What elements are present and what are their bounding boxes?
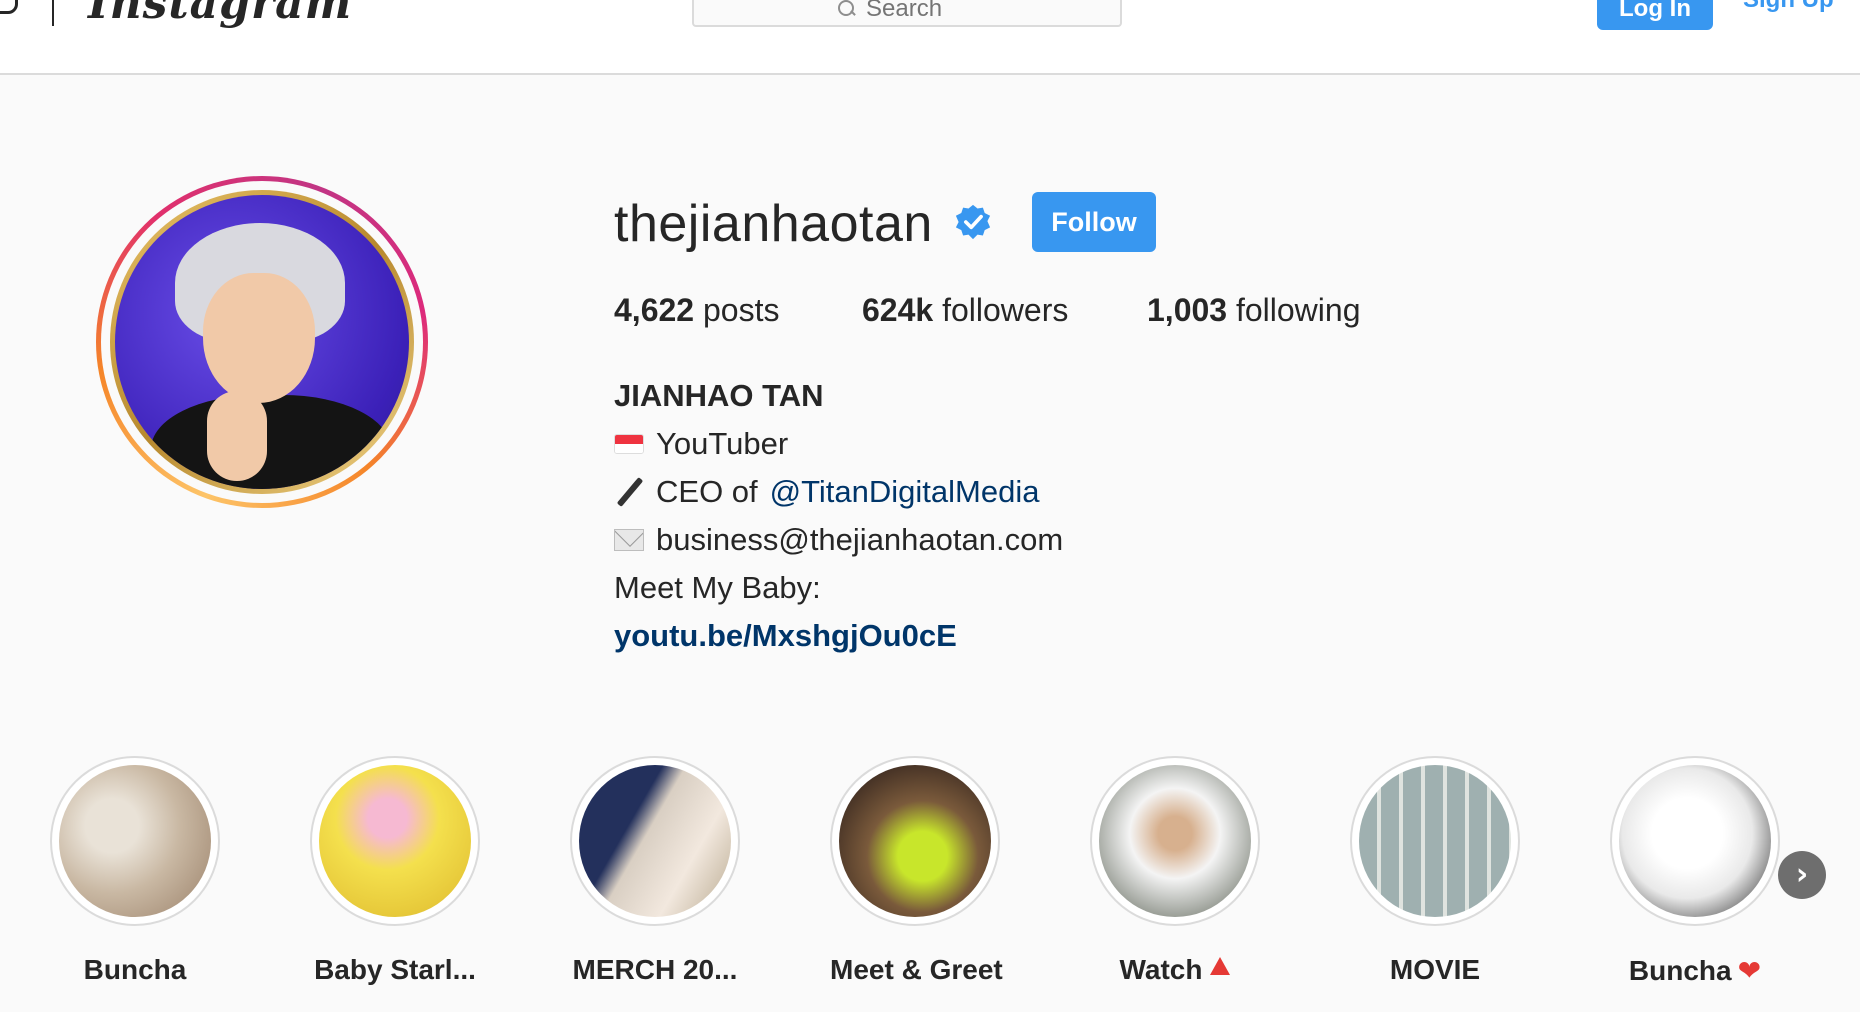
highlight-ring — [830, 756, 1000, 926]
highlight-thumbnail — [59, 765, 211, 917]
highlight-ring — [570, 756, 740, 926]
highlight-ring — [50, 756, 220, 926]
bio-line-ceo: CEO of @TitanDigitalMedia — [614, 468, 1063, 516]
highlight-label-text: Buncha — [1628, 955, 1732, 986]
followers-label: followers — [942, 292, 1069, 328]
highlight-label-text: Buncha — [83, 954, 187, 985]
highlight-thumbnail — [1099, 765, 1251, 917]
avatar-image — [115, 195, 409, 489]
red-triangle-icon — [1210, 957, 1231, 975]
signup-link[interactable]: Sign Up — [1743, 0, 1834, 14]
pen-icon — [614, 477, 644, 507]
verified-badge-icon — [955, 204, 991, 240]
avatar-shirt — [151, 395, 391, 489]
stat-posts: 4,622 posts — [614, 292, 779, 329]
bio-email-text: business@thejianhaotan.com — [656, 522, 1064, 557]
highlight-label: MOVIE — [1350, 954, 1520, 986]
search-icon — [838, 0, 856, 18]
highlight-thumbnail — [319, 765, 471, 917]
bio-line-youtuber: YouTuber — [614, 420, 1063, 468]
highlight-thumbnail — [579, 765, 731, 917]
instagram-logo[interactable]: Instagram — [88, 0, 352, 29]
logo-divider — [52, 0, 54, 26]
bio-line-baby: Meet My Baby: — [614, 570, 821, 605]
highlight-item[interactable]: Baby Starl... — [310, 756, 480, 986]
avatar-face — [203, 273, 315, 403]
bio-line-email: business@thejianhaotan.com — [614, 516, 1063, 564]
singapore-flag-icon — [614, 434, 644, 454]
bio-external-link-row: youtu.be/MxshgjOu0cE — [614, 612, 1063, 660]
highlight-label: Watch — [1090, 954, 1260, 986]
highlight-label-text: Meet & Greet — [830, 954, 1003, 985]
follow-button[interactable]: Follow — [1032, 192, 1156, 252]
following-count: 1,003 — [1147, 292, 1228, 328]
profile-avatar[interactable] — [96, 176, 428, 508]
bio-full-name: JIANHAO TAN — [614, 378, 824, 413]
highlight-label: Buncha ❤ — [1610, 954, 1780, 987]
top-nav: Instagram Log In Sign Up — [0, 0, 1860, 75]
posts-count: 4,622 — [614, 292, 695, 328]
bio-mention-link[interactable]: @TitanDigitalMedia — [770, 468, 1040, 516]
bio-external-link[interactable]: youtu.be/MxshgjOu0cE — [614, 612, 957, 660]
highlight-thumbnail — [1359, 765, 1511, 917]
highlight-label: Baby Starl... — [310, 954, 480, 986]
stat-following[interactable]: 1,003 following — [1147, 292, 1360, 329]
highlight-item[interactable]: Meet & Greet — [830, 756, 1003, 986]
envelope-icon — [614, 529, 644, 551]
highlight-thumbnail — [1619, 765, 1771, 917]
highlight-ring — [310, 756, 480, 926]
highlight-label-text: MERCH 20... — [572, 954, 738, 985]
followers-count: 624k — [862, 292, 934, 328]
highlight-item[interactable]: MOVIE — [1350, 756, 1520, 986]
profile-bio: JIANHAO TAN YouTuber CEO of @TitanDigita… — [614, 372, 1063, 660]
stat-followers[interactable]: 624k followers — [862, 292, 1068, 329]
profile-username: thejianhaotan — [614, 195, 933, 253]
bio-ceo-prefix: CEO of — [656, 474, 758, 509]
highlight-label-text: MOVIE — [1389, 954, 1481, 985]
highlight-thumbnail — [839, 765, 991, 917]
avatar-hand — [207, 391, 267, 481]
instagram-camera-icon[interactable] — [0, 0, 18, 14]
bio-youtuber-text: YouTuber — [656, 426, 789, 461]
highlight-ring — [1350, 756, 1520, 926]
following-label: following — [1235, 292, 1361, 328]
highlight-ring — [1610, 756, 1780, 926]
highlight-label-text: Baby Starl... — [314, 954, 476, 985]
login-button[interactable]: Log In — [1597, 0, 1713, 30]
highlight-item[interactable]: MERCH 20... — [570, 756, 740, 986]
highlight-item[interactable]: Buncha ❤ — [1610, 756, 1780, 987]
red-heart-icon: ❤ — [1737, 955, 1762, 986]
avatar-frame — [110, 190, 414, 494]
highlight-ring — [1090, 756, 1260, 926]
posts-label: posts — [702, 292, 780, 328]
highlight-label: Meet & Greet — [830, 954, 1003, 986]
highlight-item[interactable]: Watch — [1090, 756, 1260, 986]
highlight-label-text: Watch — [1119, 954, 1203, 985]
highlight-item[interactable]: Buncha — [50, 756, 220, 986]
story-highlights: Buncha Baby Starl... MERCH 20... Meet & … — [0, 756, 1860, 986]
highlights-next-button[interactable]: › — [1778, 851, 1826, 899]
highlight-label: Buncha — [50, 954, 220, 986]
highlight-label: MERCH 20... — [570, 954, 740, 986]
avatar-gap — [101, 181, 423, 503]
search-input[interactable] — [866, 0, 976, 23]
search-box[interactable] — [692, 0, 1122, 27]
